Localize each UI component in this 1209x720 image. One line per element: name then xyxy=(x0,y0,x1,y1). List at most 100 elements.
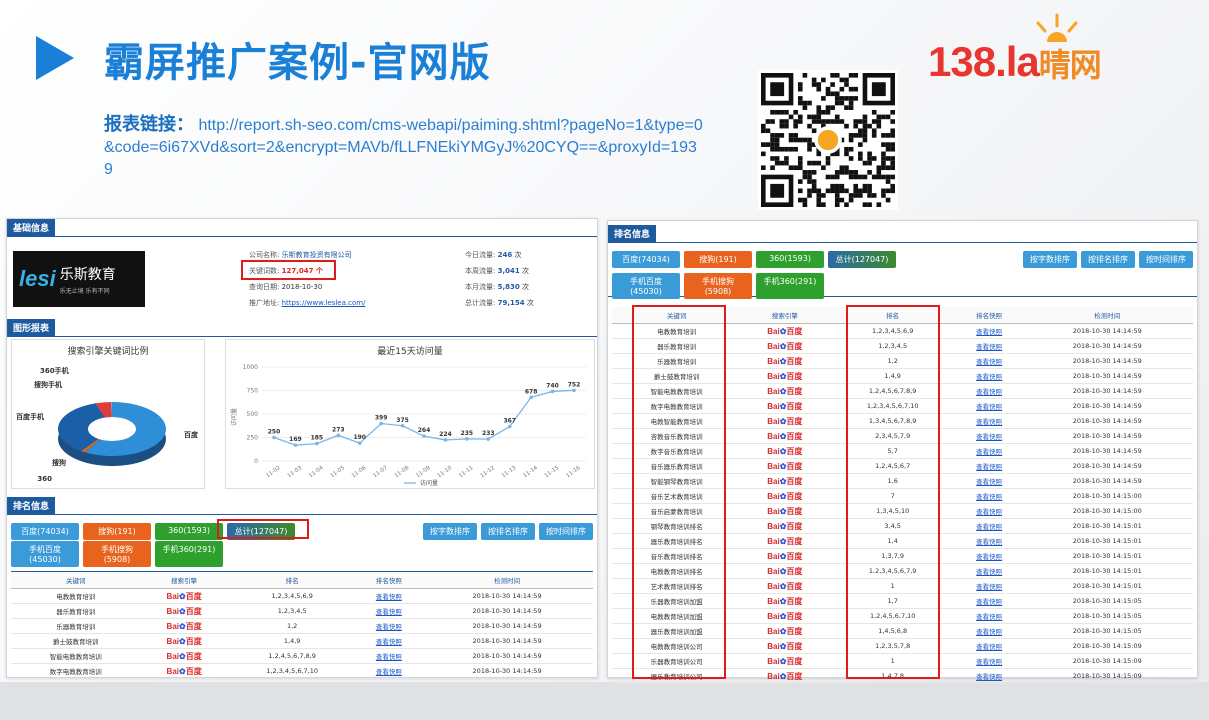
snapshot-link[interactable]: 查看快照 xyxy=(976,553,1002,561)
snapshot-link[interactable]: 查看快照 xyxy=(976,418,1002,426)
snapshot-cell: 查看快照 xyxy=(356,633,422,649)
filter-mobile-sogou-button[interactable]: 手机搜狗(5908) xyxy=(83,541,151,567)
snapshot-link[interactable]: 查看快照 xyxy=(376,653,402,661)
filter-mobile-360-button[interactable]: 手机360(291) xyxy=(756,273,824,299)
traffic-total: 79,154 xyxy=(497,299,525,307)
snapshot-link[interactable]: 查看快照 xyxy=(976,628,1002,636)
filter-mobile-360-button[interactable]: 手机360(291) xyxy=(155,541,223,567)
filter-mobile-sogou-button[interactable]: 手机搜狗(5908) xyxy=(684,273,752,299)
filter-baidu-button[interactable]: 百度(74034) xyxy=(11,523,79,540)
snapshot-link[interactable]: 查看快照 xyxy=(976,463,1002,471)
pie-label: 360 xyxy=(37,475,52,483)
engine-cell: Bai✿百度 xyxy=(741,353,829,369)
snapshot-link[interactable]: 查看快照 xyxy=(976,358,1002,366)
snapshot-link[interactable]: 查看快照 xyxy=(976,433,1002,441)
data-label: 169 xyxy=(289,436,302,443)
snapshot-cell: 查看快照 xyxy=(956,653,1022,669)
snapshot-link[interactable]: 查看快照 xyxy=(376,668,402,676)
table-row: 电教教育培训 Bai✿百度 1,2,3,4,5,6,9 查看快照 2018-10-30 … xyxy=(11,588,593,604)
tab-basic-info[interactable]: 基础信息 xyxy=(7,219,56,236)
data-label: 678 xyxy=(525,388,538,395)
sun-icon xyxy=(1036,13,1078,42)
promo-url-link[interactable]: https://www.leslea.com/ xyxy=(282,299,366,307)
snapshot-link[interactable]: 查看快照 xyxy=(376,608,402,616)
snapshot-link[interactable]: 查看快照 xyxy=(976,343,1002,351)
snapshot-link[interactable]: 查看快照 xyxy=(976,508,1002,516)
baidu-logo-icon: Bai✿百度 xyxy=(767,326,803,336)
filter-360-button[interactable]: 360(1593) xyxy=(155,523,223,540)
y-tick-label: 250 xyxy=(247,435,259,442)
y-axis-label: 访问量 xyxy=(230,408,238,426)
x-tick-label: 11-13 xyxy=(501,465,518,479)
snapshot-link[interactable]: 查看快照 xyxy=(376,593,402,601)
snapshot-link[interactable]: 查看快照 xyxy=(976,478,1002,486)
tab-graph[interactable]: 图形报表 xyxy=(7,319,56,336)
sort-by-words-button[interactable]: 按字数排序 xyxy=(1023,251,1077,268)
filter-360-button[interactable]: 360(1593) xyxy=(756,251,824,268)
snapshot-cell: 查看快照 xyxy=(956,488,1022,504)
x-tick-label: 11-03 xyxy=(287,465,304,479)
table-row: 智能电教教育培训 Bai✿百度 1,2,4,5,6,7,8,9 查看快照 2018-10… xyxy=(11,648,593,664)
sort-by-rank-button[interactable]: 按排名排序 xyxy=(481,523,535,540)
data-point xyxy=(443,438,448,442)
snapshot-link[interactable]: 查看快照 xyxy=(976,673,1002,681)
rank-cell: 1,2 xyxy=(227,618,357,634)
engine-cell: Bai✿百度 xyxy=(741,608,829,624)
report-link-url[interactable]: http://report.sh-seo.com/cms-webapi/paim… xyxy=(104,117,703,178)
snapshot-link[interactable]: 查看快照 xyxy=(376,623,402,631)
snapshot-link[interactable]: 查看快照 xyxy=(976,373,1002,381)
time-cell: 2018-10-30 14:14:59 xyxy=(421,648,593,664)
engine-cell: Bai✿百度 xyxy=(741,323,829,339)
time-cell: 2018-10-30 14:14:59 xyxy=(1021,473,1193,489)
play-arrow-icon xyxy=(36,36,74,80)
engine-cell: Bai✿百度 xyxy=(741,368,829,384)
snapshot-link[interactable]: 查看快照 xyxy=(976,328,1002,336)
promo-url-label: 推广地址: xyxy=(249,299,280,307)
x-tick-label: 11-11 xyxy=(458,465,475,479)
snapshot-link[interactable]: 查看快照 xyxy=(976,448,1002,456)
rank-cell: 1,2,3,4,5,6,9 xyxy=(227,588,357,604)
baidu-logo-icon: Bai✿百度 xyxy=(767,641,803,651)
filter-sogou-button[interactable]: 搜狗(191) xyxy=(83,523,151,540)
filter-mobile-baidu-button[interactable]: 手机百度(45030) xyxy=(11,541,79,567)
snapshot-link[interactable]: 查看快照 xyxy=(976,403,1002,411)
sort-by-rank-button[interactable]: 按排名排序 xyxy=(1081,251,1135,268)
baidu-logo-icon: Bai✿百度 xyxy=(166,621,202,631)
snapshot-link[interactable]: 查看快照 xyxy=(976,493,1002,501)
filter-total-button[interactable]: 总计(127047) xyxy=(828,251,896,268)
snapshot-cell: 查看快照 xyxy=(356,663,422,679)
x-tick-label: 11-09 xyxy=(415,465,432,479)
snapshot-link[interactable]: 查看快照 xyxy=(976,583,1002,591)
data-point xyxy=(293,443,298,447)
filter-baidu-button[interactable]: 百度(74034) xyxy=(612,251,680,268)
data-label: 224 xyxy=(439,431,452,438)
snapshot-link[interactable]: 查看快照 xyxy=(976,523,1002,531)
snapshot-link[interactable]: 查看快照 xyxy=(976,613,1002,621)
snapshot-link[interactable]: 查看快照 xyxy=(976,538,1002,546)
snapshot-link[interactable]: 查看快照 xyxy=(376,638,402,646)
rank-cell: 1,2,3,4,5 xyxy=(227,603,357,619)
sort-by-time-button[interactable]: 按时间排序 xyxy=(539,523,593,540)
snapshot-cell: 查看快照 xyxy=(956,623,1022,639)
report-link[interactable]: 报表链接： http://report.sh-seo.com/cms-webap… xyxy=(104,114,704,181)
x-tick-label: 11-14 xyxy=(522,465,539,479)
engine-cell: Bai✿百度 xyxy=(741,563,829,579)
col-keyword: 关键词 xyxy=(11,572,141,589)
left-report-panel: 基础信息 lesi 乐斯教育 乐无止境 乐有不同 公司名称: 乐斯教育投资有限公… xyxy=(6,218,598,679)
sort-by-time-button[interactable]: 按时间排序 xyxy=(1139,251,1193,268)
snapshot-link[interactable]: 查看快照 xyxy=(976,388,1002,396)
filter-mobile-baidu-button[interactable]: 手机百度(45030) xyxy=(612,273,680,299)
tab-rank[interactable]: 排名信息 xyxy=(7,497,56,514)
tab-rank-right[interactable]: 排名信息 xyxy=(608,225,657,242)
sort-by-words-button[interactable]: 按字数排序 xyxy=(423,523,477,540)
traffic-week-label: 本周流量: xyxy=(465,267,496,275)
company-name: 乐斯教育投资有限公司 xyxy=(281,251,352,259)
data-label: 185 xyxy=(311,435,324,442)
total-highlight xyxy=(217,519,309,539)
snapshot-link[interactable]: 查看快照 xyxy=(976,568,1002,576)
snapshot-link[interactable]: 查看快照 xyxy=(976,643,1002,651)
snapshot-link[interactable]: 查看快照 xyxy=(976,598,1002,606)
snapshot-link[interactable]: 查看快照 xyxy=(976,658,1002,666)
filter-sogou-button[interactable]: 搜狗(191) xyxy=(684,251,752,268)
x-tick-label: 11-15 xyxy=(544,465,561,479)
